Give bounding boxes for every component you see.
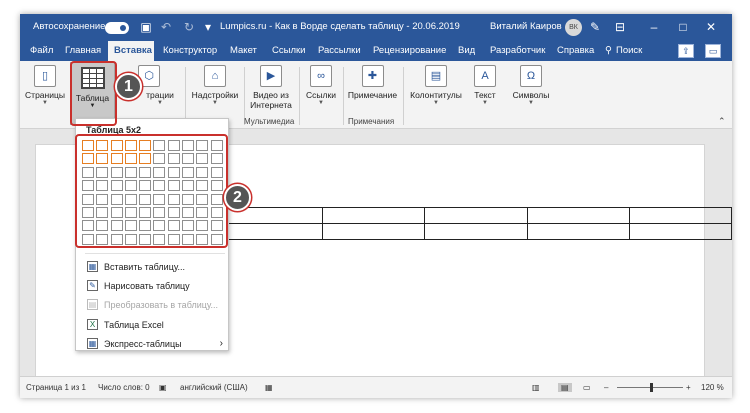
video-icon: ▶ (260, 65, 282, 87)
tab-file[interactable]: Файл (30, 45, 53, 56)
table-cell[interactable] (526, 223, 630, 240)
addins-icon: ⌂ (204, 65, 226, 87)
tab-insert[interactable]: Вставка (108, 41, 154, 61)
tab-view[interactable]: Вид (458, 45, 475, 56)
word-window: Автосохранение ▣ ↶ ↻ ▾ Lumpics.ru - Как … (20, 14, 732, 398)
ribbon-display-icon[interactable]: ⊟ (613, 20, 627, 34)
group-comments-label: Примечания (348, 117, 395, 126)
online-video-button[interactable]: ▶ Видео из Интернета (247, 65, 295, 110)
zoom-in-icon[interactable]: + (686, 383, 691, 392)
save-icon[interactable]: ▣ (139, 20, 153, 34)
tab-developer[interactable]: Разработчик (490, 45, 545, 56)
group-media-label: Мультимедиа (244, 117, 295, 126)
table-cell[interactable] (322, 207, 426, 224)
autosave-label: Автосохранение (33, 21, 106, 32)
table-cell[interactable] (322, 223, 426, 240)
word-count[interactable]: Число слов: 0 (98, 383, 150, 392)
text-icon: A (474, 65, 496, 87)
excel-table-icon: X (87, 319, 98, 330)
quick-tables-item[interactable]: ▦ Экспресс-таблицы › (85, 336, 225, 353)
title-bar: Автосохранение ▣ ↶ ↻ ▾ Lumpics.ru - Как … (20, 14, 732, 41)
convert-table-icon: ▤ (87, 299, 98, 310)
pen-icon[interactable]: ✎ (588, 20, 602, 34)
undo-icon[interactable]: ↶ (159, 20, 173, 34)
autosave-toggle[interactable] (105, 22, 129, 34)
web-layout-icon[interactable]: ▭ (583, 383, 591, 392)
comments-icon[interactable]: ▭ (705, 44, 721, 58)
insert-table-item[interactable]: ▦ Вставить таблицу... (85, 259, 225, 276)
link-icon: ∞ (310, 65, 332, 87)
quick-tables-icon: ▦ (87, 338, 98, 349)
illustrations-button[interactable]: ⬡ трации ▼ (138, 65, 182, 106)
table-cell[interactable] (628, 223, 732, 240)
zoom-level[interactable]: 120 % (701, 383, 724, 392)
tab-help[interactable]: Справка (557, 45, 594, 56)
highlight-table-button (70, 61, 117, 126)
step-badge-2: 2 (224, 184, 251, 211)
draw-table-icon: ✎ (87, 280, 98, 291)
proofing-icon[interactable]: ▣ (159, 383, 167, 392)
customize-toolbar-icon[interactable]: ▾ (201, 20, 215, 34)
close-icon[interactable]: ✕ (704, 20, 718, 34)
header-footer-button[interactable]: ▤ Колонтитулы ▼ (406, 65, 466, 106)
highlight-table-grid (75, 134, 228, 248)
tab-layout[interactable]: Макет (230, 45, 257, 56)
tab-review[interactable]: Рецензирование (373, 45, 446, 56)
share-icon[interactable]: ⇪ (678, 44, 694, 58)
accessibility-icon[interactable]: ▦ (265, 383, 273, 392)
page-count[interactable]: Страница 1 из 1 (26, 383, 86, 392)
table-cell[interactable] (526, 207, 630, 224)
text-button[interactable]: A Текст ▼ (468, 65, 502, 106)
status-bar: Страница 1 из 1 Число слов: 0 ▣ английск… (20, 376, 732, 398)
tab-references[interactable]: Ссылки (272, 45, 305, 56)
draw-table-item[interactable]: ✎ Нарисовать таблицу (85, 278, 225, 295)
pages-icon: ▯ (34, 65, 56, 87)
addins-button[interactable]: ⌂ Надстройки ▼ (189, 65, 241, 106)
read-mode-icon[interactable]: ▥ (532, 383, 540, 392)
search-label[interactable]: Поиск (616, 45, 642, 56)
comment-icon: ✚ (361, 65, 384, 87)
search-icon[interactable]: ⚲ (605, 45, 612, 56)
language-label[interactable]: английский (США) (180, 383, 248, 392)
table-row (219, 207, 732, 224)
avatar[interactable]: ВК (565, 19, 582, 36)
redo-icon[interactable]: ↻ (182, 20, 196, 34)
symbols-button[interactable]: Ω Символы ▼ (507, 65, 555, 106)
step-badge-1: 1 (115, 73, 142, 100)
print-layout-icon[interactable]: ▤ (558, 383, 572, 392)
omega-icon: Ω (520, 65, 542, 87)
header-footer-icon: ▤ (425, 65, 447, 87)
chevron-right-icon: › (219, 338, 223, 349)
pages-button[interactable]: ▯ Страницы ▼ (24, 65, 66, 106)
links-button[interactable]: ∞ Ссылки ▼ (301, 65, 341, 106)
tab-design[interactable]: Конструктор (163, 45, 217, 56)
table-cell[interactable] (424, 223, 528, 240)
table-cell[interactable] (628, 207, 732, 224)
zoom-out-icon[interactable]: – (604, 383, 608, 392)
maximize-icon[interactable]: □ (676, 20, 690, 34)
collapse-ribbon-icon[interactable]: ⌃ (718, 116, 726, 127)
tab-mailings[interactable]: Рассылки (318, 45, 361, 56)
table-row (219, 223, 732, 240)
document-title: Lumpics.ru - Как в Ворде сделать таблицу… (220, 21, 460, 32)
excel-table-item[interactable]: X Таблица Excel (85, 317, 225, 334)
minimize-icon[interactable]: – (647, 20, 661, 34)
tab-home[interactable]: Главная (65, 45, 101, 56)
table-cell[interactable] (219, 223, 324, 240)
convert-to-table-item: ▤ Преобразовать в таблицу... (87, 299, 218, 310)
comment-button[interactable]: ✚ Примечание (345, 65, 400, 100)
zoom-slider[interactable] (617, 383, 683, 392)
table-cell[interactable] (424, 207, 528, 224)
document-table[interactable] (219, 207, 732, 240)
insert-table-icon: ▦ (87, 261, 98, 272)
user-name[interactable]: Виталий Каиров (490, 21, 562, 32)
